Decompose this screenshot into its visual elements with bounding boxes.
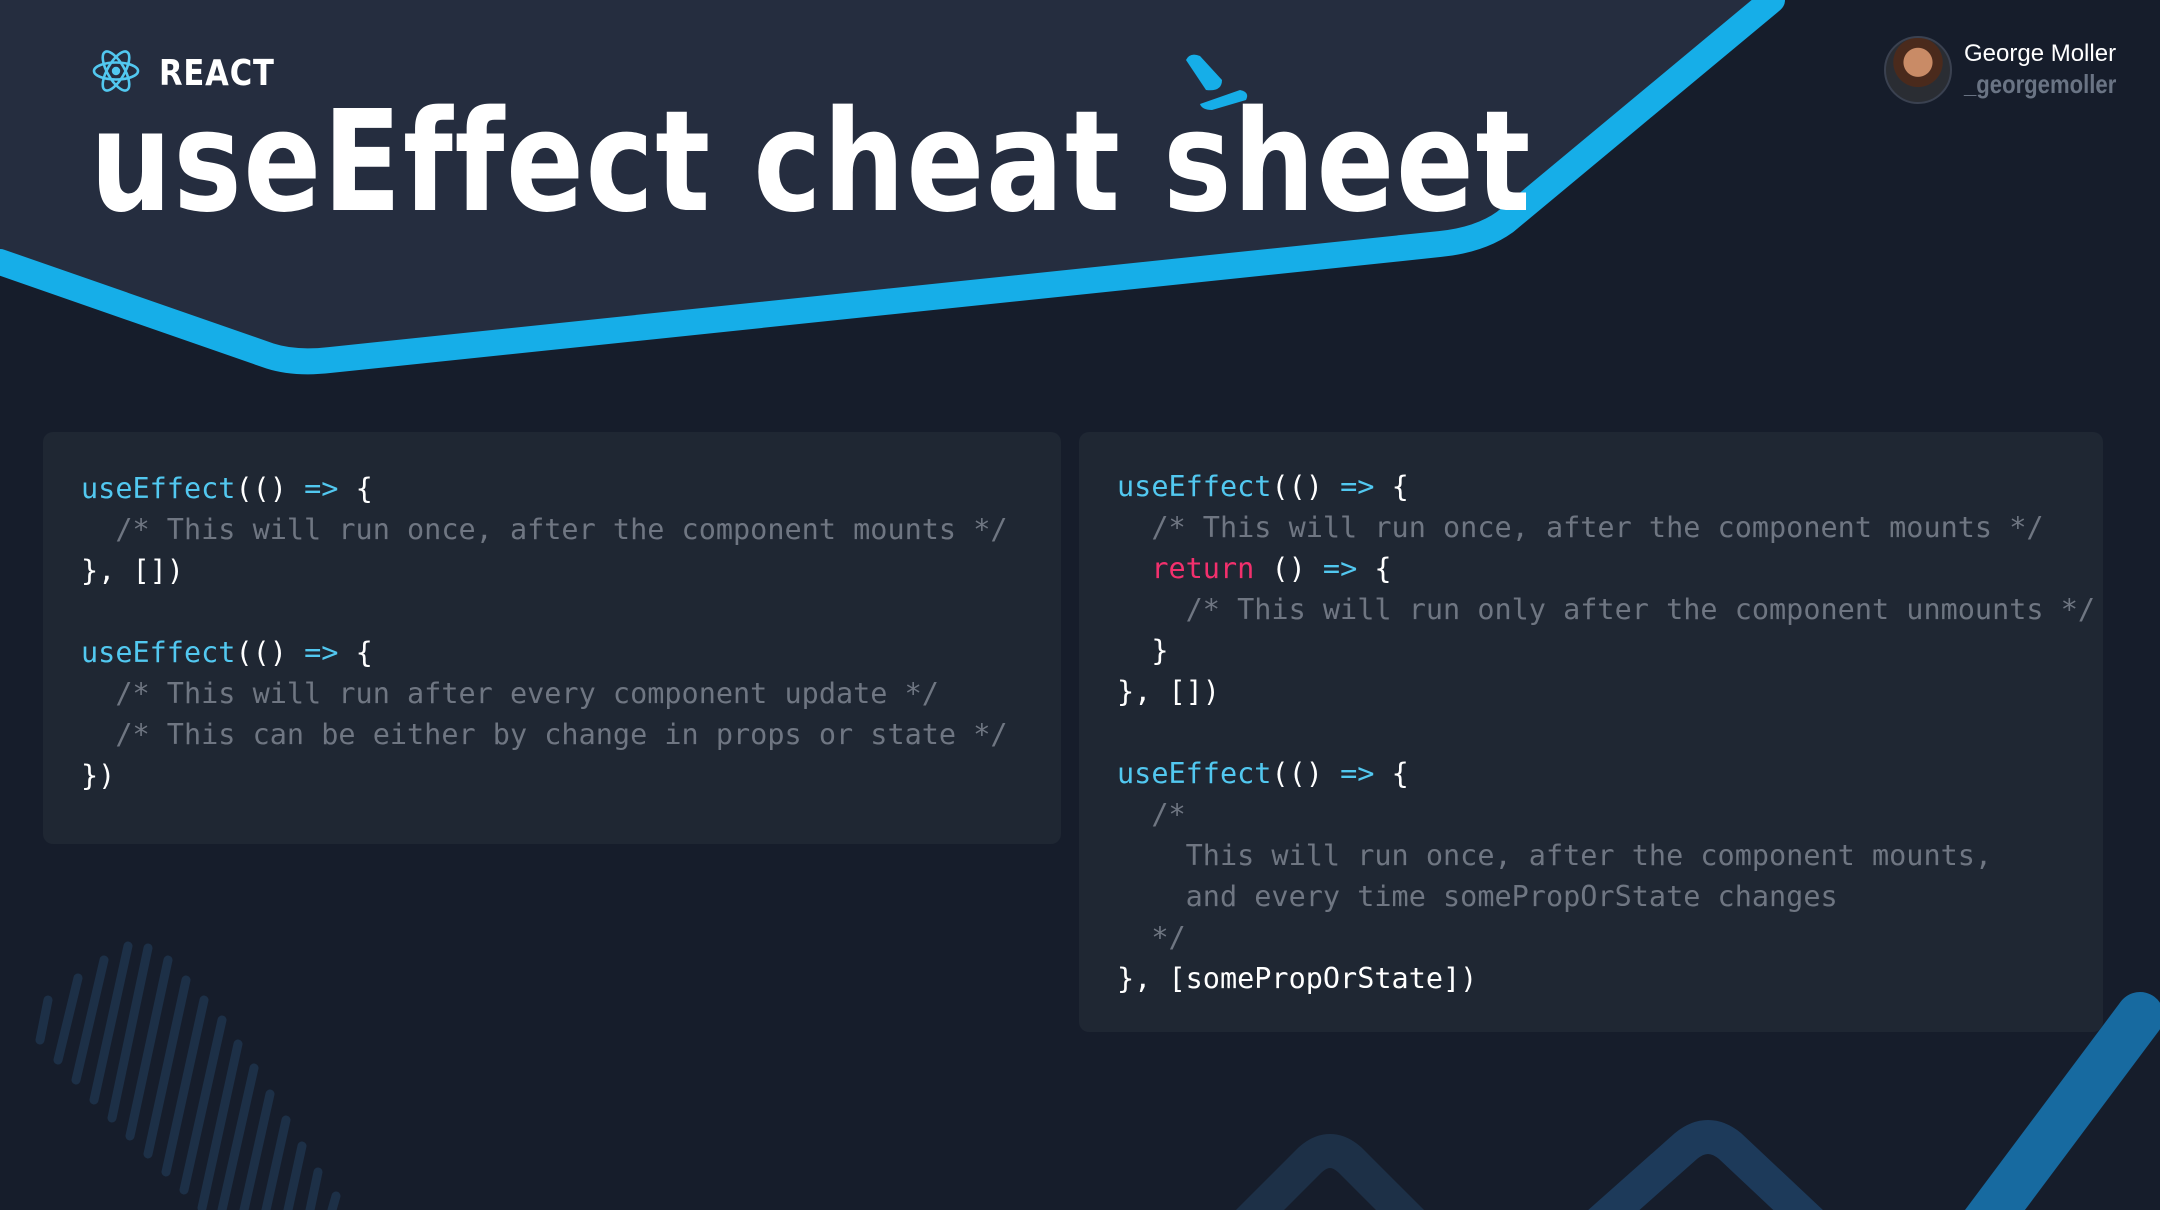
chevron-shape [1235, 1134, 1425, 1210]
code-token: useEffect [81, 636, 236, 669]
code-token: { [1357, 552, 1392, 585]
code-token: /* This can be either by change in props… [81, 718, 1008, 751]
code-token: */ [1117, 921, 1186, 954]
code-token: }, []) [81, 554, 184, 587]
code-token: { [1374, 470, 1409, 503]
code-token: { [338, 636, 373, 669]
code-panel-left: useEffect(() => { /* This will run once,… [43, 432, 1061, 844]
code-token: => [304, 636, 339, 669]
code-token: /* This will run only after the componen… [1117, 593, 2096, 626]
code-line: useEffect(() => { [81, 468, 1023, 509]
code-token: (() [1271, 470, 1341, 503]
code-token: useEffect [81, 472, 236, 505]
code-token: }) [81, 759, 116, 792]
code-line: */ [1117, 917, 2065, 958]
code-line: return () => { [1117, 548, 2065, 589]
code-token: => [304, 472, 339, 505]
code-token: }, [somePropOrState]) [1117, 962, 1478, 995]
code-line: This will run once, after the component … [1117, 835, 2065, 876]
code-panel-right: useEffect(() => { /* This will run once,… [1079, 432, 2103, 1032]
code-token: { [338, 472, 373, 505]
code-token: and every time somePropOrState changes [1117, 880, 1838, 913]
code-token: useEffect [1117, 470, 1272, 503]
code-line: /* This will run only after the componen… [1117, 589, 2095, 630]
code-line: /* This can be either by change in props… [81, 714, 1023, 755]
code-line: }, [somePropOrState]) [1117, 958, 2065, 999]
code-line: }, []) [1117, 671, 2065, 712]
code-line: /* This will run after every component u… [81, 673, 1023, 714]
code-token: () [1254, 552, 1323, 585]
code-token: /* [1117, 798, 1186, 831]
code-line: /* [1117, 794, 2065, 835]
code-token: => [1322, 552, 1358, 585]
code-token: /* This will run after every component u… [81, 677, 939, 710]
author-info: George Moller _georgemoller [1964, 40, 2143, 100]
code-token: /* This will run once, after the compone… [81, 513, 1008, 546]
avatar [1884, 36, 1952, 104]
code-token: (() [235, 636, 305, 669]
code-line: useEffect(() => { [1117, 466, 2065, 507]
code-line: /* This will run once, after the compone… [81, 509, 1023, 550]
code-token: (() [235, 472, 305, 505]
code-token: => [1340, 470, 1375, 503]
code-line: }) [81, 755, 1023, 796]
code-line: and every time somePropOrState changes [1117, 876, 2065, 917]
code-line: } [1117, 630, 2065, 671]
code-token: This will run once, after the component … [1117, 839, 1993, 872]
code-line: useEffect(() => { [1117, 753, 2065, 794]
code-line: useEffect(() => { [81, 632, 1023, 673]
code-line: /* This will run once, after the compone… [1117, 507, 2065, 548]
author-handle: _georgemoller [1964, 69, 2117, 99]
code-token: }, []) [1117, 675, 1220, 708]
code-token: useEffect [1117, 757, 1272, 790]
code-token: { [1374, 757, 1409, 790]
chevron-shape [1588, 1120, 1823, 1210]
author-name: George Moller [1964, 40, 2117, 67]
page-title: useEffect cheat sheet [90, 81, 1533, 244]
hatch-pattern [35, 941, 341, 1210]
code-token: => [1340, 757, 1375, 790]
code-token: (() [1271, 757, 1341, 790]
code-block: useEffect(() => { /* This will run once,… [81, 468, 1023, 796]
code-token: return [1151, 552, 1255, 585]
code-block: useEffect(() => { /* This will run once,… [1117, 466, 2095, 999]
author-badge: George Moller _georgemoller [1884, 36, 2143, 104]
code-line: }, []) [81, 550, 1023, 591]
corner-accent [1964, 992, 2160, 1210]
code-token: } [1117, 634, 1169, 667]
code-token: /* This will run once, after the compone… [1117, 511, 2044, 544]
